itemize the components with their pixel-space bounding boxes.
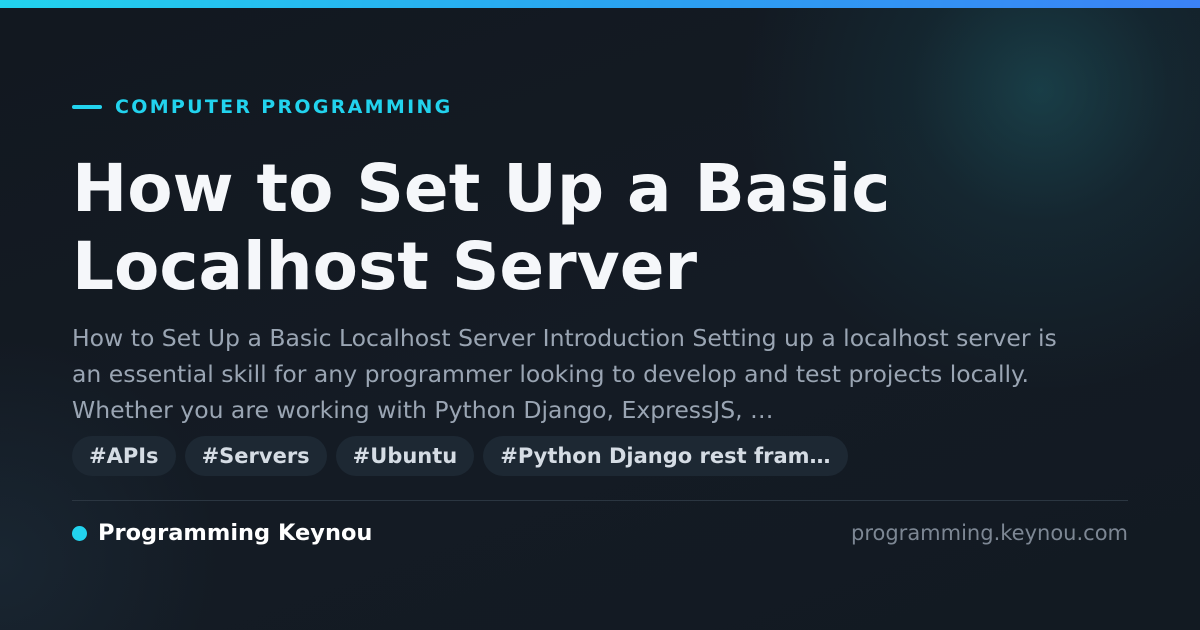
- tag-list: #APIs #Servers #Ubuntu #Python Django re…: [72, 436, 848, 476]
- category-label: COMPUTER PROGRAMMING: [115, 96, 453, 118]
- tag-chip-ubuntu: #Ubuntu: [335, 436, 475, 476]
- tag-chip-apis: #APIs: [72, 436, 176, 476]
- accent-dash-icon: [72, 105, 102, 109]
- site-name: Programming Keynou: [98, 520, 373, 546]
- page-title: How to Set Up a Basic Localhost Server: [72, 150, 891, 305]
- tag-chip-python-django: #Python Django rest fram…: [483, 436, 848, 476]
- category-eyebrow: COMPUTER PROGRAMMING: [72, 96, 453, 118]
- og-card: COMPUTER PROGRAMMING How to Set Up a Bas…: [0, 0, 1200, 630]
- accent-top-bar: [0, 0, 1200, 8]
- article-description: How to Set Up a Basic Localhost Server I…: [72, 324, 1057, 424]
- brand-dot-icon: [72, 525, 87, 541]
- site-domain: programming.keynou.com: [851, 521, 1128, 545]
- tag-chip-servers: #Servers: [184, 436, 327, 476]
- footer-divider: [72, 500, 1128, 501]
- site-brand: Programming Keynou: [72, 518, 372, 548]
